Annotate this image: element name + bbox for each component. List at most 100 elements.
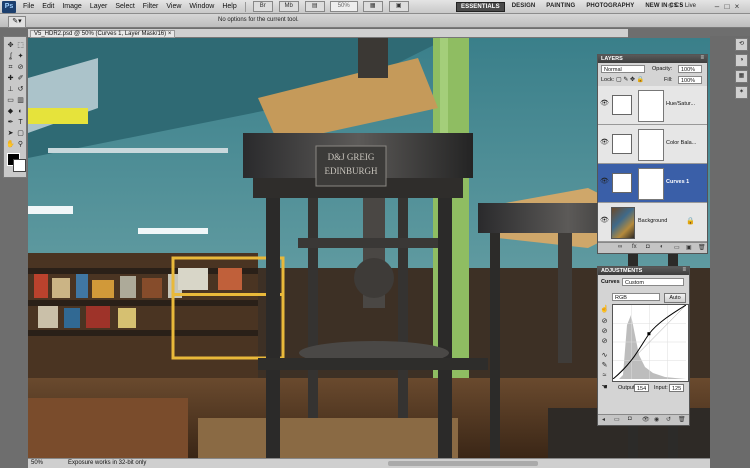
workspace-essentials[interactable]: ESSENTIALS bbox=[456, 2, 505, 12]
layer-row-color-balance[interactable]: 👁 Color Bala... bbox=[598, 125, 707, 164]
extras-button[interactable]: ▤ bbox=[304, 1, 325, 12]
menu-view[interactable]: View bbox=[162, 3, 185, 10]
layer-row-background[interactable]: 👁 Background 🔒 bbox=[598, 203, 707, 242]
curve-adjust-tool-icon[interactable]: ☝ bbox=[600, 305, 609, 314]
smooth-icon[interactable]: ≈ bbox=[600, 371, 609, 380]
lock-icons[interactable]: ▢ ✎ ✥ 🔒 bbox=[616, 76, 644, 83]
menu-image[interactable]: Image bbox=[58, 3, 85, 10]
return-to-list-icon[interactable]: ◂ bbox=[602, 416, 605, 423]
status-zoom[interactable]: 50% bbox=[31, 460, 43, 466]
adjustments-panel-tab[interactable]: ADJUSTMENTS ≡ bbox=[598, 267, 689, 275]
history-brush-tool-icon[interactable]: ↺ bbox=[16, 85, 25, 94]
output-field[interactable]: 154 bbox=[634, 384, 649, 392]
blend-mode-select[interactable]: Normal bbox=[601, 65, 645, 73]
add-mask-icon[interactable]: ◘ bbox=[646, 244, 650, 250]
preset-select[interactable]: Custom bbox=[622, 278, 684, 286]
pencil-draw-icon[interactable]: ✎ bbox=[600, 361, 609, 370]
styles-panel-icon[interactable]: ✶ bbox=[735, 86, 748, 99]
panel-dock bbox=[710, 36, 750, 468]
screen-mode-button[interactable]: ▣ bbox=[388, 1, 409, 12]
pen-tool-icon[interactable]: ✒ bbox=[6, 118, 15, 127]
channel-select[interactable]: RGB bbox=[612, 293, 660, 301]
bridge-button[interactable]: Br bbox=[252, 1, 273, 12]
menu-select[interactable]: Select bbox=[111, 3, 138, 10]
eraser-tool-icon[interactable]: ▭ bbox=[6, 96, 15, 105]
reset-icon[interactable]: ↺ bbox=[666, 416, 671, 423]
workspace-photography[interactable]: PHOTOGRAPHY bbox=[582, 2, 638, 12]
panel-menu-icon[interactable]: ≡ bbox=[700, 55, 704, 61]
layer-row-curves[interactable]: 👁 Curves 1 bbox=[598, 164, 707, 203]
lasso-tool-icon[interactable]: ʆ bbox=[6, 52, 15, 61]
view-previous-icon[interactable]: ◉ bbox=[654, 416, 659, 423]
menu-window[interactable]: Window bbox=[185, 3, 218, 10]
horizontal-scrollbar[interactable] bbox=[388, 461, 538, 466]
minibridge-button[interactable]: Mb bbox=[278, 1, 299, 12]
layer-mask-thumbnail[interactable] bbox=[638, 129, 664, 161]
new-layer-icon[interactable]: ▣ bbox=[686, 244, 692, 251]
delete-adjustment-icon[interactable]: 🗑 bbox=[678, 416, 686, 423]
gradient-tool-icon[interactable]: ▥ bbox=[16, 96, 25, 105]
new-adjustment-layer-icon[interactable]: ◐ bbox=[660, 244, 664, 250]
marquee-tool-icon[interactable]: ⬚ bbox=[16, 41, 25, 50]
crop-tool-icon[interactable]: ⌗ bbox=[6, 63, 15, 72]
eye-icon[interactable]: 👁 bbox=[600, 217, 609, 225]
menu-filter[interactable]: Filter bbox=[139, 3, 163, 10]
target-adjust-hand-icon[interactable]: ☚ bbox=[600, 383, 609, 392]
edit-points-icon[interactable]: ∿ bbox=[600, 351, 609, 360]
layers-panel-tab[interactable]: LAYERS ≡ bbox=[598, 55, 707, 63]
background-color-swatch[interactable] bbox=[13, 159, 26, 172]
maximize-icon[interactable]: □ bbox=[722, 2, 732, 11]
tool-preset-picker[interactable]: ✎▾ bbox=[8, 16, 26, 28]
path-selection-tool-icon[interactable]: ➤ bbox=[6, 129, 15, 138]
workspace-design[interactable]: DESIGN bbox=[508, 2, 540, 12]
layer-style-icon[interactable]: fx bbox=[632, 244, 637, 250]
clone-stamp-tool-icon[interactable]: ⊥ bbox=[6, 85, 15, 94]
menu-help[interactable]: Help bbox=[218, 3, 240, 10]
healing-brush-tool-icon[interactable]: ✚ bbox=[6, 74, 15, 83]
black-point-eyedropper-icon[interactable]: ⊘ bbox=[600, 317, 609, 326]
layer-mask-thumbnail[interactable] bbox=[638, 168, 664, 200]
input-field[interactable]: 125 bbox=[669, 384, 684, 392]
shape-tool-icon[interactable]: ▢ bbox=[16, 129, 25, 138]
opacity-field[interactable]: 100% bbox=[678, 65, 702, 73]
auto-button[interactable]: Auto bbox=[664, 293, 686, 303]
type-tool-icon[interactable]: T bbox=[16, 118, 25, 127]
eye-icon[interactable]: 👁 bbox=[600, 178, 609, 186]
menu-edit[interactable]: Edit bbox=[38, 3, 58, 10]
clip-to-layer-icon[interactable]: ◘ bbox=[628, 416, 632, 422]
eyedropper-tool-icon[interactable]: ⊘ bbox=[16, 63, 25, 72]
curves-graph[interactable] bbox=[612, 304, 689, 382]
new-group-icon[interactable]: ▭ bbox=[674, 244, 680, 251]
link-layers-icon[interactable]: ∞ bbox=[618, 244, 622, 250]
blur-tool-icon[interactable]: ◆ bbox=[6, 107, 15, 116]
color-panel-icon[interactable]: ◑ bbox=[735, 54, 748, 67]
delete-layer-icon[interactable]: 🗑 bbox=[698, 244, 706, 251]
panel-menu-icon[interactable]: ≡ bbox=[682, 267, 686, 273]
quick-select-tool-icon[interactable]: ✦ bbox=[16, 52, 25, 61]
expand-view-icon[interactable]: ▭ bbox=[614, 416, 620, 423]
minimize-icon[interactable]: – bbox=[712, 2, 722, 11]
workspace-painting[interactable]: PAINTING bbox=[542, 2, 579, 12]
fill-field[interactable]: 100% bbox=[678, 76, 702, 84]
history-panel-icon[interactable]: ⟲ bbox=[735, 38, 748, 51]
eye-icon[interactable]: 👁 bbox=[600, 139, 609, 147]
hand-tool-icon[interactable]: ✋ bbox=[6, 140, 15, 149]
layer-mask-thumbnail[interactable] bbox=[638, 90, 664, 122]
close-icon[interactable]: × bbox=[732, 2, 742, 11]
swatches-panel-icon[interactable]: ▦ bbox=[735, 70, 748, 83]
cs-live-button[interactable]: ◎ CS Live bbox=[668, 2, 696, 9]
gray-point-eyedropper-icon[interactable]: ⊘ bbox=[600, 327, 609, 336]
visibility-icon[interactable]: 👁 bbox=[642, 416, 650, 423]
menu-layer[interactable]: Layer bbox=[86, 3, 112, 10]
document-tab[interactable]: V5_HDR2.psd @ 50% (Curves 1, Layer Mask/… bbox=[30, 30, 176, 38]
brush-tool-icon[interactable]: ✐ bbox=[16, 74, 25, 83]
white-point-eyedropper-icon[interactable]: ⊘ bbox=[600, 337, 609, 346]
eye-icon[interactable]: 👁 bbox=[600, 100, 609, 108]
move-tool-icon[interactable]: ✥ bbox=[6, 41, 15, 50]
arrange-documents-button[interactable]: ▦ bbox=[362, 1, 383, 12]
menu-file[interactable]: File bbox=[19, 3, 38, 10]
layer-row-hue-saturation[interactable]: 👁 Hue/Satur... bbox=[598, 86, 707, 125]
zoom-level-field[interactable]: 50% bbox=[329, 1, 358, 12]
zoom-tool-icon[interactable]: ⚲ bbox=[16, 140, 25, 149]
dodge-tool-icon[interactable]: ◐ bbox=[16, 107, 25, 116]
